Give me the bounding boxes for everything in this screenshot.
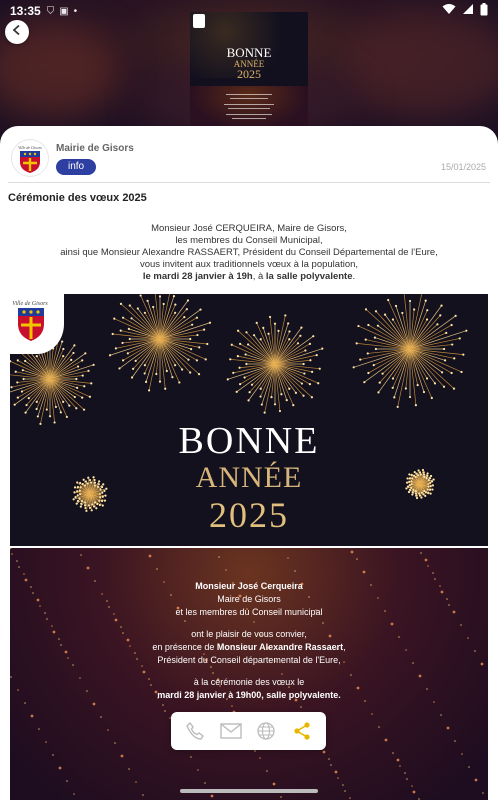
signal-icon xyxy=(462,3,474,19)
web-icon xyxy=(257,722,276,740)
org-avatar[interactable]: Ville de Gisors xyxy=(12,140,48,176)
poster-line: Monsieur José Cerqueira xyxy=(195,581,303,591)
website-button[interactable] xyxy=(253,718,279,744)
event-date: le mardi 28 janvier à 19h xyxy=(142,271,253,282)
body-line: ainsi que Monsieur Alexandre RASSAERT, P… xyxy=(60,247,438,258)
poster-year: 2025 xyxy=(209,495,289,535)
dot-icon: • xyxy=(73,5,78,17)
header-thumbnail[interactable]: BONNE ANNÉE 2025 xyxy=(190,12,308,130)
crest-icon: Ville de Gisors xyxy=(18,145,42,173)
arrow-left-icon xyxy=(11,23,23,41)
org-name: Mairie de Gisors xyxy=(56,143,134,154)
body-line: les membres du Conseil Municipal, xyxy=(175,235,323,246)
post-title: Cérémonie des vœux 2025 xyxy=(8,192,147,204)
poster-line: en présence de Monsieur Alexandre Rassae… xyxy=(152,642,346,652)
home-indicator xyxy=(180,789,318,793)
poster-line: Président du Conseil départemental de l'… xyxy=(157,655,341,665)
category-badge: info xyxy=(56,159,97,175)
svg-text:Ville de Gisors: Ville de Gisors xyxy=(18,145,42,150)
post-header: Ville de Gisors Mairie de Gisors info 15… xyxy=(12,140,486,184)
post-date: 15/01/2025 xyxy=(440,162,486,172)
poster-line: mardi 28 janvier à 19h00, salle polyvale… xyxy=(157,690,341,700)
poster-line: et les membres du Conseil municipal xyxy=(175,607,323,617)
call-button[interactable] xyxy=(182,718,208,744)
thumb-year: 2025 xyxy=(237,67,261,81)
poster-crest: Ville de Gisors xyxy=(10,294,64,354)
poster-invitation-text: Monsieur José Cerqueira Maire de Gisors … xyxy=(10,580,488,702)
notification-icon: ▣ xyxy=(59,5,69,17)
poster-title-annee: ANNÉE xyxy=(195,461,303,494)
wifi-icon xyxy=(442,3,456,19)
mail-icon xyxy=(219,723,242,739)
status-time: 13:35 xyxy=(10,4,41,18)
back-button[interactable] xyxy=(5,20,29,44)
thumb-bonne: BONNE xyxy=(226,45,272,60)
poster-line: Maire de Gisors xyxy=(217,594,281,604)
poster-title-bonne: BONNE xyxy=(178,420,320,462)
body-line: vous invitent aux traditionnels vœux à l… xyxy=(139,259,359,270)
poster-crest-label: Ville de Gisors xyxy=(12,301,48,307)
share-button[interactable] xyxy=(289,718,315,744)
poster-line: ont le plaisir de vous convier, xyxy=(191,629,307,639)
post-body: Monsieur José CERQUEIRA, Maire de Gisors… xyxy=(0,223,498,283)
status-bar: 13:35 ⛉ ▣ • xyxy=(0,0,498,22)
event-venue: la salle polyvalente xyxy=(265,271,353,282)
poster-line: à la cérémonie des vœux le xyxy=(193,677,305,687)
phone-icon xyxy=(186,721,204,740)
share-icon xyxy=(294,722,310,740)
email-button[interactable] xyxy=(218,718,244,744)
divider xyxy=(8,182,490,183)
body-line-event: le mardi 28 janvier à 19h, à la salle po… xyxy=(142,271,356,282)
body-line: Monsieur José CERQUEIRA, Maire de Gisors… xyxy=(151,223,347,234)
contact-action-bar xyxy=(171,712,326,750)
shield-icon: ⛉ xyxy=(46,5,55,17)
battery-icon xyxy=(480,3,488,19)
post-card: Ville de Gisors Mairie de Gisors info 15… xyxy=(0,126,498,800)
